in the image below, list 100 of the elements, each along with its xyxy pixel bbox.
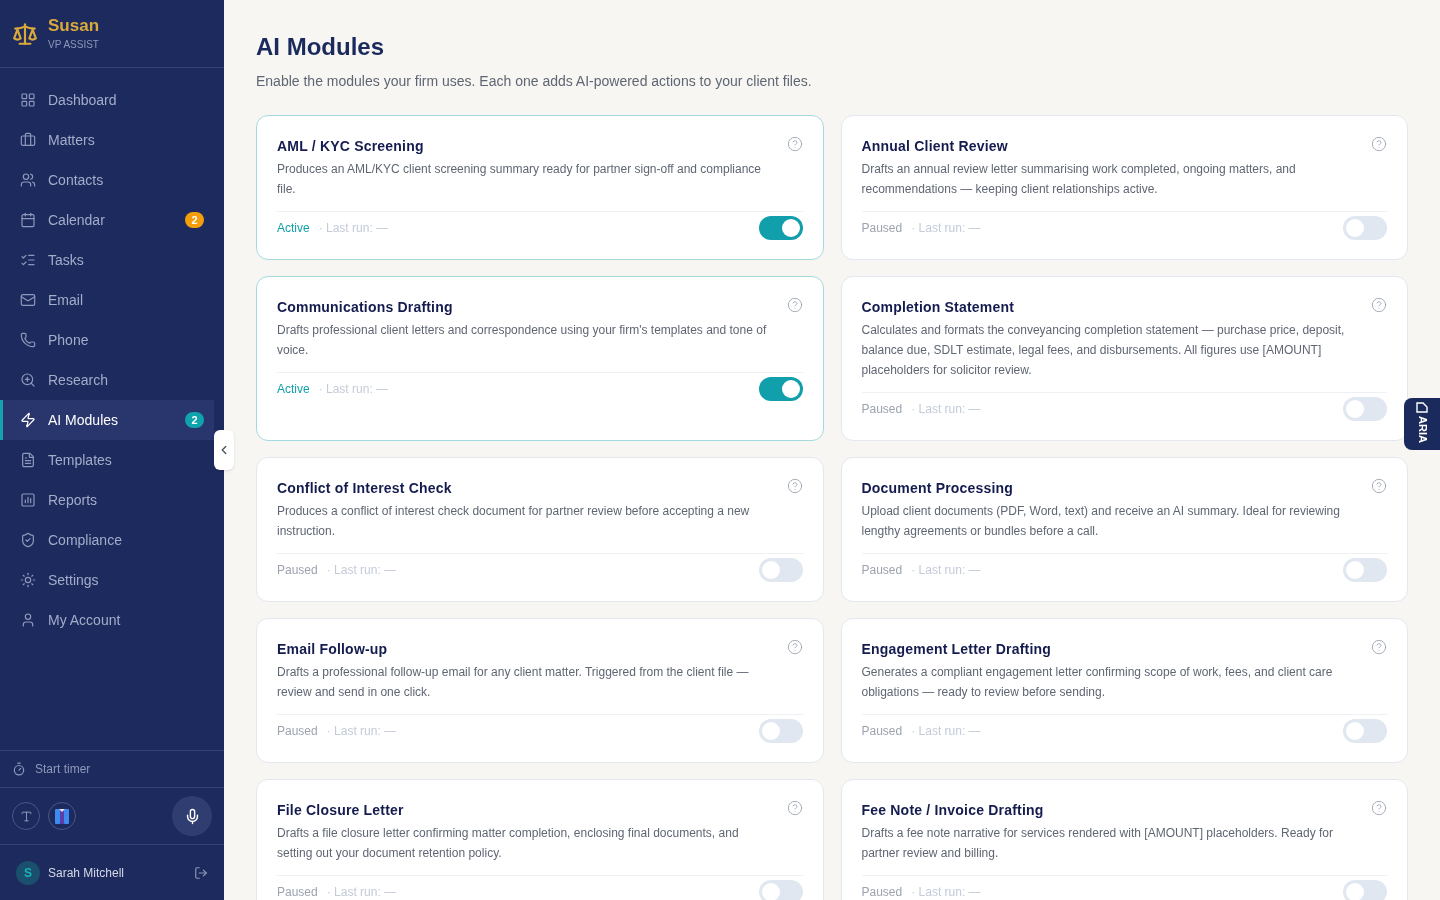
toggle-switch[interactable] (1343, 558, 1387, 582)
status-label: Paused (861, 562, 903, 578)
sidebar-item[interactable]: Research (0, 360, 214, 400)
sidebar-item[interactable]: Matters (0, 120, 214, 160)
sidebar-item[interactable]: Email (0, 280, 214, 320)
module-title: Conflict of Interest Check (277, 479, 452, 498)
mail-icon (20, 292, 36, 308)
help-icon[interactable] (786, 800, 803, 816)
grid-icon (20, 92, 36, 108)
sidebar-item[interactable]: Compliance (0, 520, 214, 560)
module-title: Engagement Letter Drafting (861, 640, 1052, 659)
document-icon (20, 452, 36, 468)
sidebar-item[interactable]: Reports (0, 480, 214, 520)
sidebar-item[interactable]: Templates (0, 440, 214, 480)
toggle-switch[interactable] (1343, 397, 1387, 421)
file-icon (1416, 401, 1428, 413)
module-description: Upload client documents (PDF, Word, text) and receive an AI summary. Ideal for reviewing lengthy agreements or bundles before a call. (861, 503, 1341, 540)
briefcase-icon (20, 132, 36, 148)
user-avatar: S (16, 860, 40, 885)
page-title: AI Modules (256, 32, 385, 62)
last-run-text: · Last run: — (326, 723, 397, 739)
help-icon[interactable] (1371, 297, 1387, 313)
module-description: Produces a conflict of interest check document for partner review before accepting a new instruction. (277, 503, 751, 540)
toggle-switch[interactable] (758, 216, 803, 240)
sidebar-item[interactable]: Calendar 2 (0, 200, 214, 240)
toggle-switch[interactable] (758, 558, 803, 582)
last-run-text: · Last run: — (318, 220, 389, 236)
phone-icon (20, 332, 36, 348)
module-title: Email Follow-up (277, 640, 388, 659)
module-description: Drafts professional client letters and correspondence using your firm's templates and tone of voice. (277, 322, 768, 359)
status-label: Paused (277, 562, 318, 578)
toggle-switch[interactable] (1343, 880, 1387, 900)
module-title: Fee Note / Invoice Drafting (861, 801, 1044, 820)
last-run-text: · Last run: — (911, 401, 981, 417)
users-icon (20, 172, 36, 188)
status-label: Active (277, 381, 310, 397)
last-run-text: · Last run: — (911, 884, 981, 900)
lightning-icon (20, 412, 36, 428)
last-run-text: · Last run: — (326, 884, 397, 900)
help-icon[interactable] (1371, 800, 1387, 816)
toggle-switch[interactable] (758, 880, 803, 900)
status-label: Paused (861, 401, 903, 417)
sidebar-item[interactable]: Phone (0, 320, 214, 360)
microphone-button[interactable] (172, 796, 212, 836)
module-title: File Closure Letter (277, 801, 404, 820)
help-icon[interactable] (1371, 639, 1387, 655)
sidebar-item[interactable]: Contacts (0, 160, 214, 200)
bar-chart-icon (20, 492, 36, 508)
checklist-icon (20, 252, 36, 268)
last-run-text: · Last run: — (326, 562, 397, 578)
page-subtitle: Enable the modules your firm uses. Each one adds AI-powered actions to your client files. (256, 72, 813, 91)
sidebar-item[interactable]: AI Modules 2 (0, 400, 214, 440)
jacket-icon (55, 808, 69, 824)
text-icon (19, 809, 33, 823)
help-icon[interactable] (786, 136, 803, 152)
last-run-text: · Last run: — (318, 381, 389, 397)
status-label: Paused (861, 220, 903, 236)
toggle-switch[interactable] (1343, 719, 1387, 743)
sidebar-item[interactable]: Dashboard (0, 80, 214, 120)
stopwatch-icon (12, 762, 26, 776)
last-run-text: · Last run: — (911, 723, 981, 739)
help-icon[interactable] (786, 639, 803, 655)
collapse-sidebar-button[interactable] (214, 430, 234, 470)
start-timer-button[interactable]: Start timer (0, 761, 91, 777)
help-icon[interactable] (786, 478, 803, 494)
status-label: Paused (861, 884, 903, 900)
help-icon[interactable] (1371, 136, 1387, 152)
status-label: Active (277, 220, 310, 236)
help-icon[interactable] (1371, 478, 1387, 494)
module-description: Produces an AML/KYC client screening summary ready for partner sign-off and compliance file. (277, 161, 762, 198)
toggle-switch[interactable] (758, 377, 803, 401)
shield-check-icon (20, 532, 36, 548)
sidebar-item[interactable]: My Account (0, 600, 214, 640)
status-label: Paused (277, 723, 318, 739)
last-run-text: · Last run: — (911, 562, 981, 578)
last-run-text: · Last run: — (911, 220, 981, 236)
module-description: Drafts a file closure letter confirming matter completion, enclosing final documents, and setting out your document retention policy. (277, 825, 740, 862)
zoom-in-icon (20, 372, 36, 388)
user-name: Sarah Mitchell (48, 864, 125, 881)
scales-logo-icon (12, 20, 38, 47)
logout-button[interactable] (194, 865, 208, 880)
toggle-switch[interactable] (758, 719, 803, 743)
count-badge: 2 (185, 412, 204, 428)
status-label: Paused (861, 723, 903, 739)
user-icon (20, 612, 36, 628)
status-label: Paused (277, 884, 318, 900)
count-badge: 2 (185, 212, 204, 228)
logout-icon (194, 865, 208, 880)
module-description: Calculates and formats the conveyancing completion statement — purchase price, deposit, balance due, SDLT estimate, legal fees, and disbursements. All figures use [AMOUNT] placeholders for solicitor review. (861, 322, 1346, 379)
sidebar-item[interactable]: Tasks (0, 240, 214, 280)
module-title: Completion Statement (861, 298, 1015, 317)
module-description: Generates a compliant engagement letter confirming scope of work, fees, and client care obligations — ready to review before sending. (861, 664, 1334, 701)
module-title: Document Processing (861, 479, 1014, 498)
sun-icon (20, 572, 36, 588)
module-title: Communications Drafting (277, 298, 453, 317)
aria-side-tab[interactable]: ARIA (1404, 398, 1440, 450)
toggle-switch[interactable] (1343, 216, 1387, 240)
help-icon[interactable] (786, 297, 803, 313)
calendar-icon (20, 212, 36, 228)
sidebar-item[interactable]: Settings (0, 560, 214, 600)
